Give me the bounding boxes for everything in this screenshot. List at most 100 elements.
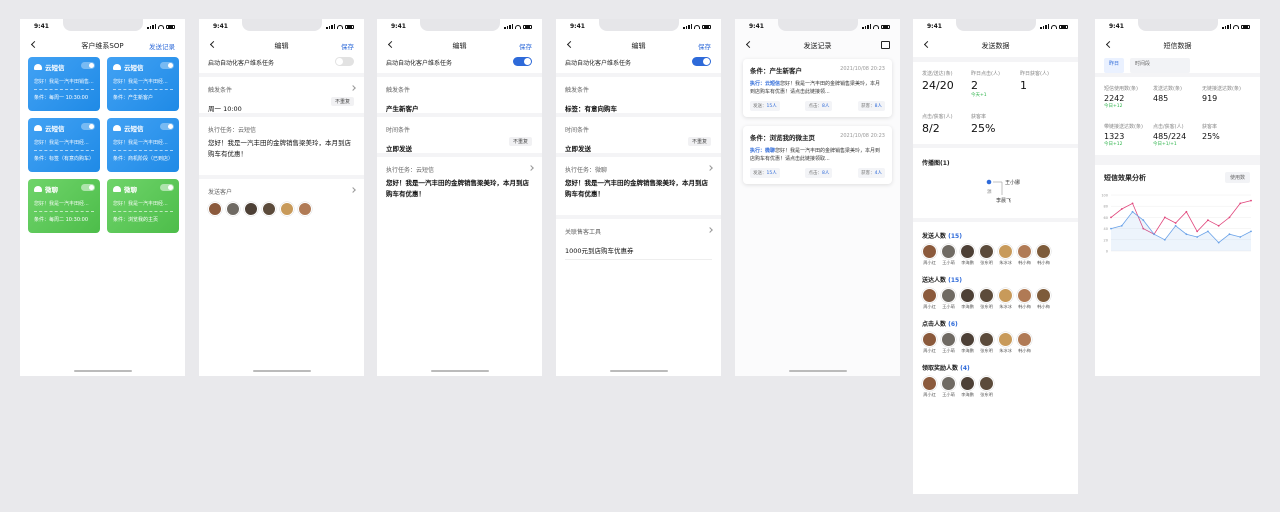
tool-row[interactable]: 关联售客工具 1000元到店购车优惠券	[556, 219, 721, 259]
data-point[interactable]	[1207, 219, 1209, 222]
repeat-select[interactable]: 不重复	[508, 137, 532, 146]
person[interactable]: 朱冰冰	[998, 288, 1013, 310]
sop-card[interactable]: 云短信 您好！我是一汽丰田销售... 条件：每周一 10:30:00	[28, 57, 100, 111]
data-point[interactable]	[1131, 202, 1134, 205]
stats-grid: 短信使用数(条) 2242 今日+12 发送达数(条) 485 无链接送达数(条)…	[1095, 77, 1260, 155]
person[interactable]: 周小红	[922, 376, 937, 398]
card-toggle[interactable]	[81, 184, 95, 191]
sop-card[interactable]: 云短信 您好！我是一汽丰田经... 条件：标签（有意向购车）	[28, 118, 100, 172]
data-point[interactable]	[1120, 208, 1123, 210]
time-row[interactable]: 时间条件 立即发送 不重复	[377, 117, 542, 153]
group-title: 发送人数 (15)	[922, 233, 962, 240]
person[interactable]: 周小红	[922, 332, 937, 354]
auto-task-switch[interactable]	[513, 57, 532, 66]
divider	[1095, 155, 1260, 165]
data-point[interactable]	[1120, 224, 1123, 227]
customer-row[interactable]: 发送客户	[199, 179, 364, 197]
person[interactable]: 李海鹏	[960, 288, 975, 310]
trigger-row[interactable]: 触发条件 产生新客户	[377, 77, 542, 113]
data-point[interactable]	[1131, 210, 1134, 213]
person[interactable]: 周小红	[922, 288, 937, 310]
data-point[interactable]	[1110, 227, 1112, 230]
person[interactable]: 王小萌	[941, 376, 956, 398]
auto-task-row: 启动自动化客户维系任务	[556, 57, 721, 73]
person[interactable]: 李海鹏	[960, 244, 975, 266]
chart-metric-select[interactable]: 使用数	[1224, 172, 1250, 183]
data-point[interactable]	[1196, 236, 1199, 238]
card-toggle[interactable]	[160, 62, 174, 69]
filter-icon[interactable]	[881, 41, 890, 49]
person[interactable]: 周小红	[922, 244, 937, 266]
data-point[interactable]	[1174, 224, 1177, 227]
sop-card[interactable]: 云短信 您好！我是一汽丰田经... 条件：商机阶段（已到店）	[107, 118, 179, 172]
data-point[interactable]	[1217, 224, 1220, 227]
stat-label: 发送达数(条)	[1153, 86, 1182, 92]
data-point[interactable]	[1250, 230, 1252, 233]
people-row: 周小红 王小萌 李海鹏 张东明 朱冰冰 韩小梅	[913, 332, 1078, 354]
group-title: 领取奖励人数 (4)	[922, 365, 970, 372]
person[interactable]: 张东明	[979, 244, 994, 266]
record-card[interactable]: 条件：浏览我的微主页 2021/10/08 20:23 执行：微聊您好！我是一汽…	[743, 126, 892, 184]
repeat-select[interactable]: 不重复	[330, 97, 354, 106]
divider	[113, 89, 173, 90]
y-tick-label: 60	[1104, 216, 1108, 220]
card-toggle[interactable]	[160, 184, 174, 191]
auto-task-switch[interactable]	[692, 57, 711, 66]
card-toggle[interactable]	[160, 123, 174, 130]
person[interactable]: 王小萌	[941, 332, 956, 354]
data-point[interactable]	[1142, 219, 1145, 222]
data-point[interactable]	[1196, 230, 1199, 233]
person[interactable]: 李海鹏	[960, 376, 975, 398]
data-point[interactable]	[1228, 233, 1231, 236]
data-point[interactable]	[1217, 241, 1220, 244]
auto-task-switch[interactable]	[335, 57, 354, 66]
data-point[interactable]	[1163, 216, 1166, 219]
trigger-label: 触发条件	[386, 87, 411, 94]
person[interactable]: 韩小梅	[1017, 244, 1032, 266]
person[interactable]: 韩小梅	[1017, 332, 1032, 354]
data-point[interactable]	[1185, 233, 1188, 236]
data-point[interactable]	[1153, 233, 1155, 236]
task-row[interactable]: 执行任务：云短信 您好！我是一汽丰田的金牌销售梁美玲，本月到店购车有优惠！	[377, 157, 542, 215]
save-button[interactable]: 保存	[341, 41, 354, 51]
data-point[interactable]	[1207, 230, 1209, 233]
sop-card[interactable]: 微聊 您好！我是一汽丰田经... 条件：每周二 10:30:00	[28, 179, 100, 233]
person[interactable]: 张东明	[979, 288, 994, 310]
avatar	[1017, 288, 1032, 303]
person[interactable]: 王小萌	[941, 288, 956, 310]
person[interactable]: 张东明	[979, 376, 994, 398]
data-point[interactable]	[1239, 202, 1242, 205]
save-button[interactable]: 保存	[519, 41, 532, 51]
data-point[interactable]	[1228, 216, 1231, 219]
person[interactable]: 张东明	[979, 332, 994, 354]
data-point[interactable]	[1110, 216, 1112, 219]
person[interactable]: 王小萌	[941, 244, 956, 266]
sop-card[interactable]: 云短信 您好！我是一汽丰田经... 条件：产生新客户	[107, 57, 179, 111]
person[interactable]: 朱冰冰	[998, 244, 1013, 266]
card-toggle[interactable]	[81, 62, 95, 69]
card-toggle[interactable]	[81, 123, 95, 130]
person[interactable]: 李海鹏	[960, 332, 975, 354]
person[interactable]: 韩小梅	[1036, 288, 1051, 310]
person[interactable]: 韩小梅	[1036, 244, 1051, 266]
stat-label: 点击/获客(人)	[1153, 123, 1184, 130]
trigger-row[interactable]: 触发条件 周一 10:00 不重复	[199, 77, 364, 113]
repeat-select[interactable]: 不重复	[687, 137, 711, 146]
data-point[interactable]	[1239, 236, 1242, 238]
status-time: 9:41	[391, 23, 406, 30]
data-point[interactable]	[1174, 222, 1177, 224]
task-row[interactable]: 执行任务：微聊 您好！我是一汽丰田的金牌销售梁美玲，本月到店购车有优惠！	[556, 157, 721, 215]
trigger-row[interactable]: 触发条件 标签：有意向购车	[556, 77, 721, 113]
date-range-input[interactable]: 时间段	[1130, 58, 1191, 73]
person[interactable]: 韩小梅	[1017, 288, 1032, 310]
time-row[interactable]: 时间条件 立即发送 不重复	[556, 117, 721, 153]
person[interactable]: 朱冰冰	[998, 332, 1013, 354]
data-point[interactable]	[1163, 238, 1166, 241]
record-card[interactable]: 条件：产生新客户 2021/10/08 20:23 执行：云短信您好！我是一汽丰…	[743, 59, 892, 117]
data-point[interactable]	[1185, 210, 1188, 213]
data-point[interactable]	[1250, 199, 1252, 202]
sop-card[interactable]: 微聊 您好！我是一汽丰田经... 条件：浏览我的主页	[107, 179, 179, 233]
send-record-link[interactable]: 发送记录	[149, 41, 175, 51]
save-button[interactable]: 保存	[698, 41, 711, 51]
period-select[interactable]: 昨日	[1104, 58, 1125, 73]
